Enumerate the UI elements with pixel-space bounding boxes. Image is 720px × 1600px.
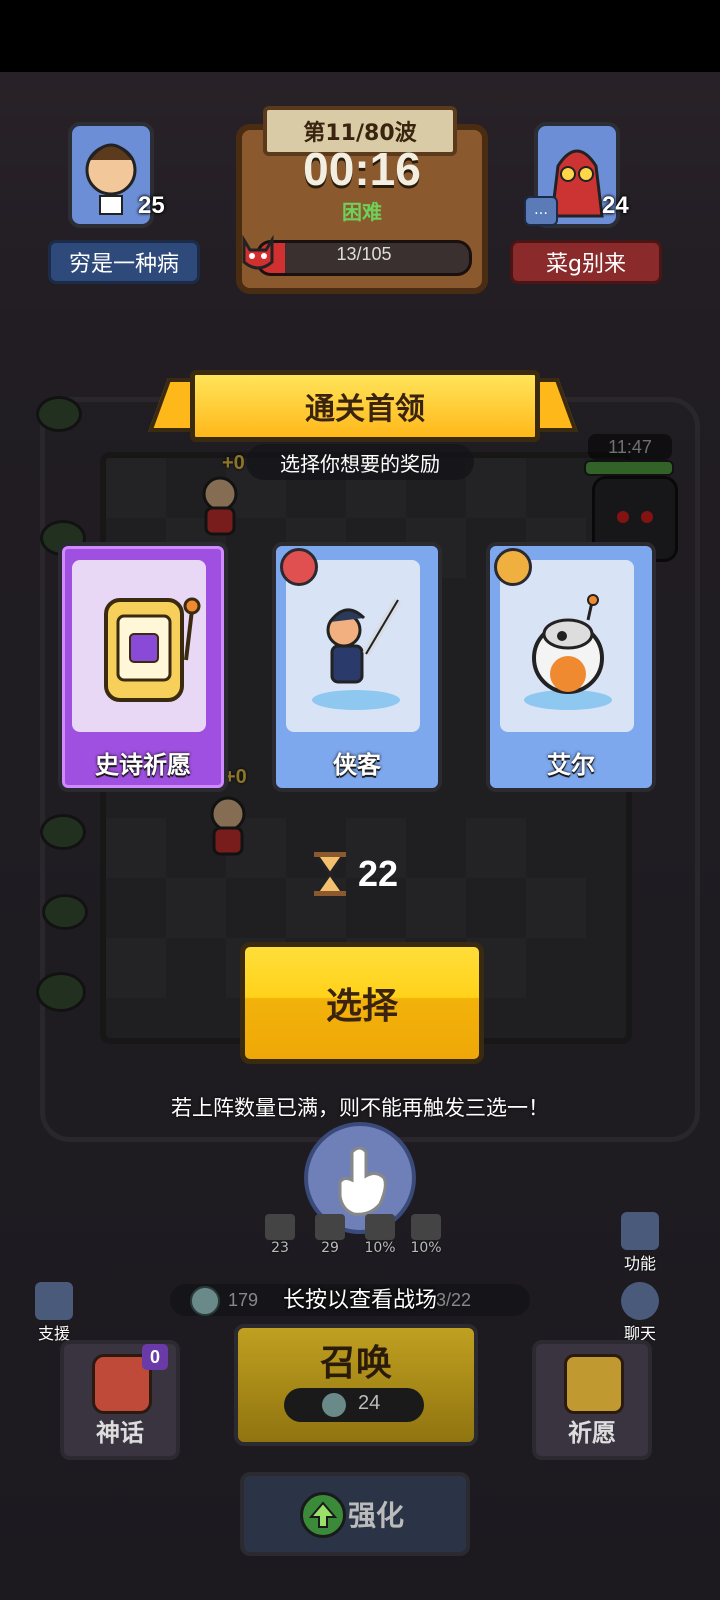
- summon-button[interactable]: 召唤 24: [234, 1324, 478, 1446]
- status-bar: [0, 0, 720, 72]
- difficulty-label: 困难: [342, 200, 382, 224]
- chat-button[interactable]: 聊天: [614, 1282, 666, 1348]
- lineup-full-warning: 若上阵数量已满，则不能再触发三选一！: [171, 1096, 549, 1120]
- reward-card-swordsman[interactable]: 侠客: [272, 542, 442, 792]
- swordsman-icon: [306, 590, 406, 710]
- reward-card-label: 艾尔: [547, 751, 595, 779]
- function-button[interactable]: 功能: [614, 1212, 666, 1278]
- stat-chip: 10%: [360, 1214, 400, 1258]
- menu-list-icon: [621, 1212, 659, 1250]
- warrior-class-icon: [280, 548, 318, 586]
- chat-icon: [621, 1282, 659, 1320]
- wish-label: 祈愿: [568, 1419, 616, 1447]
- chat-bubble-icon[interactable]: …: [524, 196, 558, 226]
- upgrade-button[interactable]: 强化: [240, 1472, 470, 1556]
- summon-cost-pill: 24: [284, 1388, 424, 1422]
- countdown-value: 22: [358, 853, 399, 894]
- support-button[interactable]: 支援: [30, 1282, 78, 1348]
- game-scene: +0 +0 11:47 25 穷是一种病 … 24 菜g别来 第11/80波 0…: [0, 72, 720, 1600]
- slot-machine-icon: [92, 590, 201, 702]
- player-right-name: 菜g别来: [510, 240, 662, 284]
- stat-chip: 29: [312, 1214, 348, 1258]
- reward-card-label: 史诗祈愿: [95, 751, 191, 779]
- upgrade-label: 强化: [348, 1499, 405, 1532]
- reward-card-epic-wish[interactable]: 史诗祈愿: [58, 542, 228, 792]
- player-left-level: 25: [138, 192, 165, 219]
- slot-machine-icon: [564, 1354, 624, 1414]
- myth-count-badge: 0: [142, 1344, 168, 1370]
- coin-icon: [322, 1393, 346, 1417]
- player-right-level: 24: [602, 192, 629, 219]
- player-left-name: 穷是一种病: [48, 240, 200, 284]
- stat-chip: 23: [262, 1214, 298, 1258]
- wave-timer: 00:16: [303, 143, 421, 195]
- stat-chip: 10%: [406, 1214, 446, 1258]
- summon-label: 召唤: [319, 1343, 392, 1384]
- hourglass-icon: [312, 852, 348, 896]
- upgrade-arrow-icon: [300, 1492, 346, 1538]
- wish-button[interactable]: 祈愿: [532, 1340, 652, 1460]
- summon-cost: 24: [358, 1392, 381, 1414]
- reward-card-robot[interactable]: 艾尔: [486, 542, 656, 792]
- myth-label: 神话: [96, 1419, 144, 1447]
- reward-banner-title: 通关首领: [190, 370, 540, 442]
- robot-class-icon: [494, 548, 532, 586]
- reward-card-label: 侠客: [333, 751, 381, 779]
- robot-ball-icon: [518, 590, 618, 710]
- countdown: 22: [312, 852, 398, 896]
- flag-icon: [35, 1282, 73, 1320]
- hold-to-view-hint: 长按以查看战场: [282, 1288, 437, 1313]
- boss-progress-text: 13/105: [336, 244, 392, 264]
- select-button[interactable]: 选择: [240, 942, 484, 1064]
- reward-subtitle: 选择你想要的奖励: [246, 444, 474, 480]
